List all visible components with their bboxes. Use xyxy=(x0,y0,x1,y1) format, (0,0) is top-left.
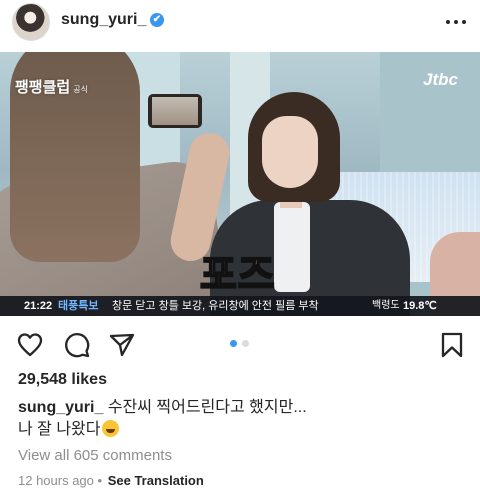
post-timestamp: 12 hours ago xyxy=(18,473,94,488)
caption-text-line1: 수잔씨 찍어드린다고 했지만... xyxy=(107,399,307,416)
channel-logo: Jtbc xyxy=(423,70,458,89)
phone-in-photo xyxy=(148,94,202,128)
post-username[interactable]: sung_yuri_ xyxy=(61,11,146,29)
caption-username[interactable]: sung_yuri_ xyxy=(18,399,103,416)
see-translation-link[interactable]: See Translation xyxy=(108,473,204,488)
more-options-icon[interactable] xyxy=(446,12,466,32)
post-header: sung_yuri_ ✔ xyxy=(0,0,480,44)
share-icon[interactable] xyxy=(108,331,136,359)
post-media-image[interactable]: 팽팽클럽 공식 Jtbc 포즈 21:22 태풍특보 창문 닫고 창틀 보강, 유… xyxy=(0,52,480,316)
likes-count[interactable]: 29,548 likes xyxy=(18,371,107,389)
rofl-emoji-icon xyxy=(101,420,119,437)
ticker-temperature: 19.8℃ xyxy=(403,300,437,312)
show-logo: 팽팽클럽 공식 xyxy=(15,79,88,96)
carousel-dot-active xyxy=(230,340,237,347)
caption-text-line2: 나 잘 나왔다 xyxy=(18,421,101,438)
verified-badge-icon: ✔ xyxy=(150,13,164,27)
ticker-tag: 태풍특보 xyxy=(58,300,99,312)
heart-icon[interactable] xyxy=(16,331,44,359)
ticker-time: 21:22 xyxy=(24,300,53,312)
carousel-dot xyxy=(242,340,249,347)
ticker-text: 창문 닫고 창틀 보강, 유리창에 안전 필름 부착 xyxy=(112,300,319,312)
carousel-indicator xyxy=(230,340,252,348)
ticker-location: 백령도 xyxy=(372,300,400,311)
post-footer: 12 hours ago • See Translation xyxy=(18,473,204,488)
woman-face xyxy=(262,116,318,188)
news-ticker: 21:22 태풍특보 창문 닫고 창틀 보강, 유리창에 안전 필름 부착 백령… xyxy=(0,296,480,316)
separator-dot: • xyxy=(97,473,103,488)
post-caption: sung_yuri_ 수잔씨 찍어드린다고 했지만... 나 잘 나왔다 xyxy=(18,397,468,441)
video-caption-text: 포즈 xyxy=(199,252,276,298)
avatar[interactable] xyxy=(12,3,50,41)
comment-icon[interactable] xyxy=(63,331,91,359)
bookmark-icon[interactable] xyxy=(438,331,466,359)
view-all-comments-link[interactable]: View all 605 comments xyxy=(18,447,172,464)
